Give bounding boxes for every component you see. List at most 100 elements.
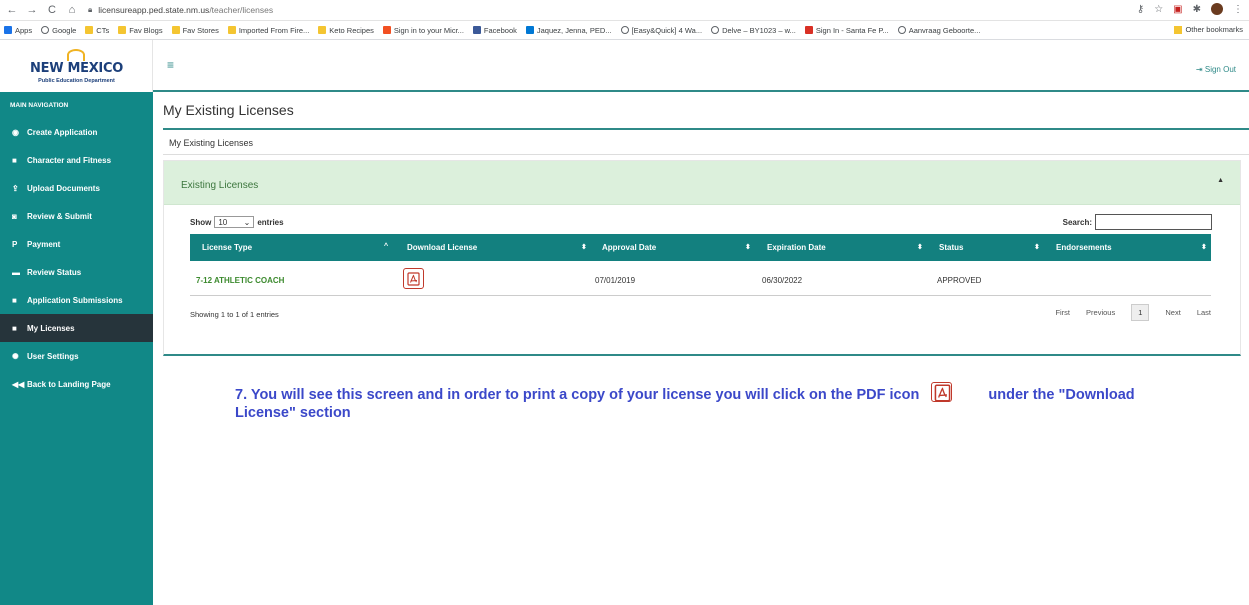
browser-toolbar: ← → C ⌂ 🔒︎ licensureapp.ped.state.nm.us/… (0, 0, 1249, 21)
forward-arrow-icon[interactable]: → (24, 4, 40, 16)
collapse-caret-icon[interactable]: ▲ (1217, 177, 1224, 184)
bookmark-item[interactable]: [Easy&Quick] 4 Wa... (620, 25, 703, 35)
col-endorsements[interactable]: Endorsements (1056, 243, 1112, 252)
back-icon: ◀◀ (12, 379, 25, 389)
sidebar-item-upload-documents[interactable]: ⇪ Upload Documents (0, 174, 153, 202)
puzzle-icon[interactable]: ✱ (1193, 4, 1201, 15)
address-bar[interactable]: 🔒︎ licensureapp.ped.state.nm.us/teacher/… (88, 2, 808, 19)
licenses-table: License Type ^ Download License ⬍ Approv… (190, 234, 1211, 296)
bookmark-item[interactable]: CTs (85, 26, 109, 35)
col-status[interactable]: Status (939, 243, 963, 252)
col-expiration-date[interactable]: Expiration Date (767, 243, 826, 252)
sidebar-item-my-licenses[interactable]: ■ My Licenses (0, 314, 153, 342)
bookmark-item[interactable]: Apps (4, 26, 32, 35)
page-title: My Existing Licenses (163, 102, 294, 118)
sort-icon[interactable]: ⬍ (917, 243, 923, 251)
bookmark-label: Apps (15, 25, 33, 35)
table-footer: Showing 1 to 1 of 1 entries First Previo… (190, 304, 1211, 324)
page-size-select[interactable]: 10 ⌄ (214, 216, 255, 228)
bookmark-icon (227, 26, 236, 34)
col-download-license[interactable]: Download License (407, 243, 477, 252)
lock-icon: 🔒︎ (88, 5, 93, 14)
bookmark-label: Aanvraag Geboorte... (908, 25, 981, 35)
bookmark-icon (318, 26, 327, 34)
bookmark-item[interactable]: Facebook (472, 25, 517, 35)
pager-last[interactable]: Last (1197, 308, 1211, 317)
bookmark-icon (41, 26, 50, 34)
sort-icon[interactable]: ⬍ (581, 243, 587, 251)
sidebar-item-label: Upload Documents (27, 183, 100, 193)
sidebar-heading: MAIN NAVIGATION (10, 102, 69, 109)
search-input[interactable] (1095, 214, 1212, 230)
bookmark-label: Fav Stores (182, 25, 219, 35)
panel-title: Existing Licenses (181, 180, 259, 191)
folder-icon: ■ (12, 155, 17, 165)
sort-icon[interactable]: ⬍ (1201, 243, 1207, 251)
back-arrow-icon[interactable]: ← (4, 4, 20, 16)
home-icon[interactable]: ⌂ (64, 4, 80, 16)
sort-icon[interactable]: ⬍ (745, 243, 751, 251)
sidebar-item-label: Character and Fitness (27, 155, 112, 165)
col-approval-date[interactable]: Approval Date (602, 243, 656, 252)
bookmark-item[interactable]: Sign In - Santa Fe P... (804, 26, 889, 35)
page-size-value: 10 (218, 217, 228, 227)
star-icon[interactable]: ☆ (1154, 4, 1163, 15)
pager-first[interactable]: First (1055, 308, 1070, 317)
bookmark-item[interactable]: Keto Recipes (318, 26, 374, 35)
parking-icon: P (12, 239, 18, 249)
col-license-type[interactable]: License Type (202, 243, 252, 252)
sidebar-item-user-settings[interactable]: ✺ User Settings (0, 342, 153, 370)
sidebar-item-create-application[interactable]: ◉ Create Application (0, 118, 153, 146)
bookmark-item[interactable]: Delve – BY1023 – w... (711, 26, 796, 35)
gear-icon: ✺ (12, 351, 19, 361)
page-size-control: Show 10 ⌄ entries (190, 216, 284, 228)
bookmark-icon (897, 26, 906, 34)
folder-open-icon: ▬ (12, 267, 20, 277)
bookmark-item[interactable]: Fav Blogs (118, 26, 163, 35)
bookmark-icon (472, 26, 481, 34)
bookmark-item[interactable]: Google (41, 26, 76, 35)
pdf-download-icon[interactable] (403, 268, 424, 289)
menu-dots-icon[interactable]: ⋮ (1233, 4, 1243, 15)
sign-out-link[interactable]: ⇥ Sign Out (1196, 65, 1236, 74)
nm-ped-logo[interactable]: NEW MEXICO Public Education Department (0, 40, 153, 92)
sidebar-item-back-to-landing-page[interactable]: ◀◀ Back to Landing Page (0, 370, 153, 398)
app-header: NEW MEXICO Public Education Department ≡… (0, 40, 1249, 92)
profile-avatar[interactable] (1211, 3, 1223, 15)
expiration-date-cell: 06/30/2022 (762, 276, 803, 285)
panel-header[interactable]: Existing Licenses ▲ (164, 161, 1240, 205)
table-header: License Type ^ Download License ⬍ Approv… (190, 234, 1211, 261)
reload-icon[interactable]: C (44, 4, 60, 16)
sort-asc-icon[interactable]: ^ (384, 243, 388, 250)
instruction-text-1: 7. You will see this screen and in order… (235, 386, 920, 403)
pager-next[interactable]: Next (1165, 308, 1180, 317)
hamburger-menu-icon[interactable]: ≡ (167, 58, 174, 72)
bookmark-item[interactable]: Aanvraag Geboorte... (897, 25, 981, 35)
sidebar-item-character-and-fitness[interactable]: ■ Character and Fitness (0, 146, 153, 174)
sidebar-item-application-submissions[interactable]: ■ Application Submissions (0, 286, 153, 314)
extension-icon[interactable]: ▣ (1173, 4, 1182, 15)
sidebar-item-label: Application Submissions (27, 295, 123, 305)
sidebar-item-review-status[interactable]: ▬ Review Status (0, 258, 153, 286)
bookmark-label: [Easy&Quick] 4 Wa... (631, 25, 703, 35)
bookmark-item[interactable]: Sign in to your Micr... (382, 26, 464, 35)
sidebar-item-review-submit[interactable]: ◙ Review & Submit (0, 202, 153, 230)
bookmark-label: Keto Recipes (329, 25, 374, 35)
key-icon[interactable]: ⚷ (1137, 4, 1144, 15)
table-row: 7-12 ATHLETIC COACH 07/01/2019 06/30/202… (190, 261, 1211, 296)
bookmark-label: Facebook (483, 25, 517, 35)
sidebar-item-label: Back to Landing Page (27, 379, 111, 389)
bookmark-icon (620, 26, 629, 34)
sidebar-item-label: My Licenses (27, 323, 75, 333)
search-control: Search: (1063, 214, 1212, 230)
bookmark-item[interactable]: Jaquez, Jenna, PED... (525, 26, 612, 35)
bookmark-icon (85, 26, 94, 34)
pager-previous[interactable]: Previous (1086, 308, 1115, 317)
pager-current-page[interactable]: 1 (1131, 304, 1150, 321)
bookmark-item[interactable]: Imported From Fire... (227, 26, 309, 35)
bookmark-item[interactable]: Fav Stores (171, 25, 219, 35)
other-bookmarks[interactable]: Other bookmarks (1174, 25, 1243, 34)
sort-icon[interactable]: ⬍ (1034, 243, 1040, 251)
bookmark-icon (804, 26, 813, 34)
sidebar-item-payment[interactable]: P Payment (0, 230, 153, 258)
